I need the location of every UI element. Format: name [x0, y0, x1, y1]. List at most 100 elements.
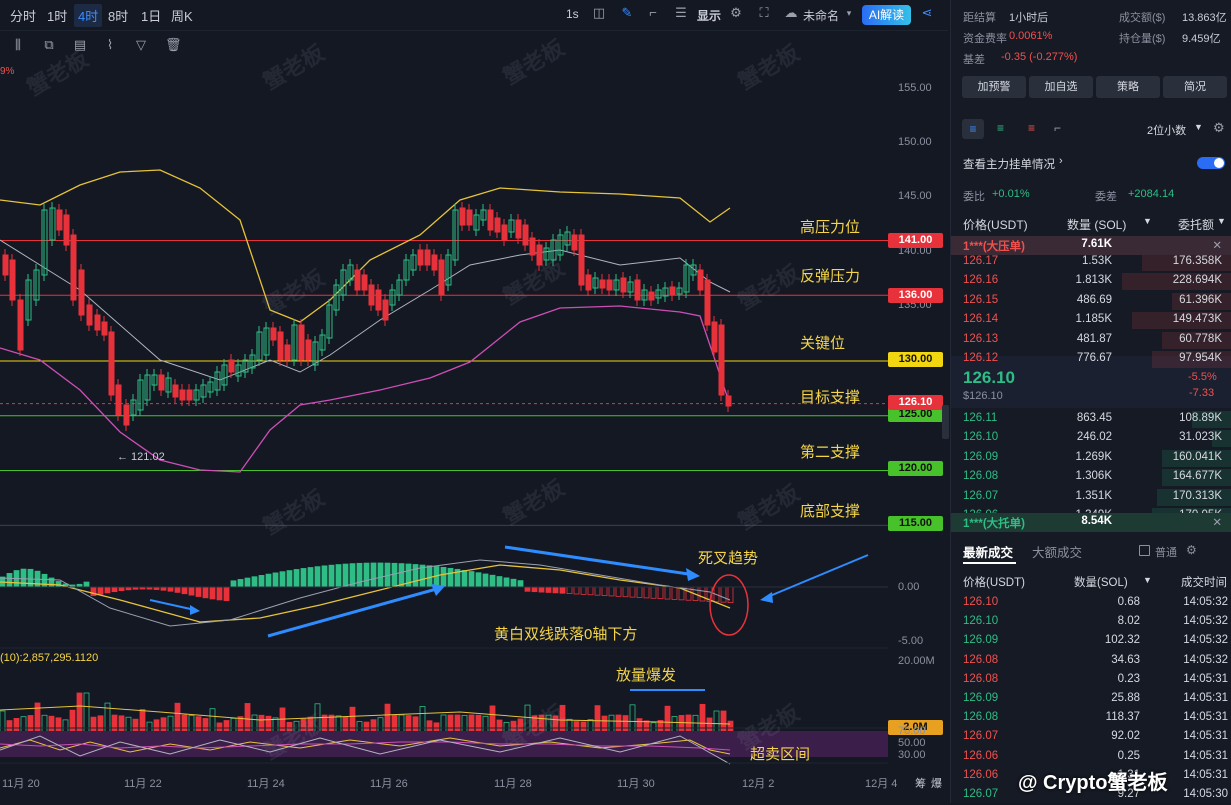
add-watchlist-button[interactable]: 加自选	[1029, 76, 1093, 98]
decimals-select[interactable]: 2位小数	[1147, 122, 1186, 138]
candle-body	[494, 217, 501, 233]
arrow-line	[504, 545, 696, 577]
chevron-down-icon[interactable]: ▼	[1143, 216, 1152, 226]
ask-row[interactable]: 126.14 1.185K 149.473K	[951, 311, 1231, 330]
close-icon[interactable]: ✕	[1212, 238, 1222, 252]
volume-bar	[524, 704, 531, 734]
candle-body	[78, 269, 85, 316]
normal-checkbox[interactable]	[1139, 545, 1150, 556]
macd-bar	[447, 567, 454, 588]
camera-icon[interactable]: ◫	[592, 6, 606, 20]
ask-row[interactable]: 126.12 776.67 97.954K	[951, 350, 1231, 369]
volume-bar	[391, 714, 398, 734]
mainforce-toggle[interactable]	[1197, 157, 1225, 169]
copy-icon[interactable]: ⧉	[42, 38, 56, 52]
timeframe-tab[interactable]: 分时	[10, 6, 36, 25]
draw-icon[interactable]: ⌇	[103, 38, 117, 52]
share-icon[interactable]: ⋖	[920, 6, 934, 20]
timeframe-tab[interactable]: 1时	[47, 6, 67, 25]
chevron-down-icon[interactable]: ▼	[1194, 122, 1203, 132]
kline-chart[interactable]	[0, 60, 948, 803]
ob-header-qty[interactable]: 数量 (SOL)	[1067, 216, 1126, 233]
chevron-right-icon[interactable]: ›	[1059, 155, 1063, 167]
basis-label: 基差	[963, 54, 985, 66]
macd-bar	[517, 580, 524, 588]
pen-icon[interactable]: ✎	[620, 6, 634, 20]
orderbook-asks-icon[interactable]: ≡	[1028, 121, 1035, 135]
timeframe-tab-active[interactable]: 4时	[74, 4, 103, 27]
trade-qty: 0.68	[1117, 596, 1140, 608]
volume-bar	[188, 715, 195, 734]
macd-bar	[671, 586, 678, 600]
ask-row[interactable]: 126.13 481.87 60.778K	[951, 331, 1231, 350]
close-icon[interactable]: ✕	[1212, 515, 1222, 529]
settings-icon[interactable]: ⚙	[1213, 120, 1225, 136]
layout-name[interactable]: 未命名	[803, 7, 839, 24]
mainforce-link[interactable]: 查看主力挂单情况	[963, 156, 1055, 172]
indicator-icon[interactable]: ⫼	[11, 38, 25, 52]
orderbook-expand-icon[interactable]: ⌐	[1054, 121, 1061, 135]
macd-bar	[195, 586, 202, 597]
trade-qty: 92.02	[1111, 730, 1140, 743]
candle-body	[56, 209, 63, 231]
ask-row[interactable]: 126.16 1.813K 228.694K	[951, 272, 1231, 291]
add-alert-button[interactable]: 加预警	[962, 76, 1026, 98]
tab-large-trades[interactable]: 大额成交	[1032, 542, 1082, 561]
candle-body	[305, 339, 312, 361]
ai-interpret-button[interactable]: AI解读	[862, 5, 911, 25]
interval-label[interactable]: 1s	[566, 7, 579, 21]
list-icon[interactable]: ☰	[674, 6, 688, 20]
trade-qty: 25.88	[1111, 692, 1140, 704]
crop-icon[interactable]: ⌐	[646, 6, 660, 20]
bid-row[interactable]: 126.08 1.306K 164.677K	[951, 468, 1231, 487]
candle-body	[277, 331, 284, 361]
bid-row[interactable]: 126.11 863.45 108.89K	[951, 410, 1231, 429]
template-icon[interactable]: ▤	[73, 38, 87, 52]
filter-icon[interactable]: ▽	[134, 38, 148, 52]
bid-amount: 31.023K	[1179, 431, 1222, 444]
big-bid-qty: 8.54K	[1081, 515, 1112, 527]
macd-bar	[111, 586, 118, 593]
panel-collapse-handle[interactable]	[942, 405, 949, 439]
arrow-line	[764, 554, 869, 599]
settings-icon[interactable]: ⚙	[729, 6, 743, 20]
volume-bar	[405, 715, 412, 734]
display-button[interactable]: 显示	[697, 7, 721, 24]
ask-row[interactable]: 126.17 1.53K 176.358K	[951, 253, 1231, 272]
price-axis-label: 155.00	[898, 82, 932, 94]
cloud-icon[interactable]: ☁	[784, 6, 798, 20]
trash-icon[interactable]: 🗑	[165, 38, 182, 52]
level-annotation: 反弹压力	[800, 268, 861, 285]
ask-amount: 60.778K	[1179, 332, 1222, 345]
trade-header-qty[interactable]: 数量(SOL)	[1074, 574, 1128, 590]
macd-bar	[307, 567, 314, 588]
chevron-down-icon[interactable]: ▼	[1217, 216, 1226, 226]
gear-icon[interactable]: ⚙	[1186, 543, 1197, 557]
ask-price: 126.13	[963, 332, 999, 345]
tab-latest-trades[interactable]: 最新成交	[963, 542, 1013, 561]
timeframe-tab[interactable]: 1日	[141, 6, 161, 25]
strategy-button[interactable]: 策略	[1096, 76, 1160, 98]
fullscreen-icon[interactable]: ⛶	[757, 6, 771, 20]
ask-row[interactable]: 126.15 486.69 61.396K	[951, 292, 1231, 311]
big-ask-qty: 7.61K	[1081, 238, 1112, 250]
bid-row[interactable]: 126.10 246.02 31.023K	[951, 429, 1231, 448]
chevron-down-icon[interactable]: ▾	[842, 6, 856, 20]
timeframe-tab[interactable]: 8时	[108, 6, 128, 25]
bid-row[interactable]: 126.07 1.351K 170.313K	[951, 488, 1231, 507]
orderbook-bids-icon[interactable]: ≡	[997, 121, 1004, 135]
macd-bar	[426, 565, 433, 588]
macd-bar	[496, 576, 503, 588]
big-bid-row[interactable]: 1***(大托单) 8.54K ✕	[951, 513, 1231, 532]
bid-row[interactable]: 126.09 1.269K 160.041K	[951, 449, 1231, 468]
volume-bar	[545, 714, 552, 734]
candle-body	[86, 304, 93, 326]
rsi-axis-label: 70.00	[898, 725, 926, 737]
timeframe-tab[interactable]: 周K	[171, 6, 193, 25]
volume-bar	[636, 718, 643, 734]
chevron-down-icon[interactable]: ▼	[1143, 575, 1152, 585]
orderbook-both-icon[interactable]: ≡	[962, 119, 984, 139]
ob-header-amount[interactable]: 委托额	[1178, 216, 1214, 233]
overview-button[interactable]: 简况	[1163, 76, 1227, 98]
candle-body	[620, 277, 627, 293]
